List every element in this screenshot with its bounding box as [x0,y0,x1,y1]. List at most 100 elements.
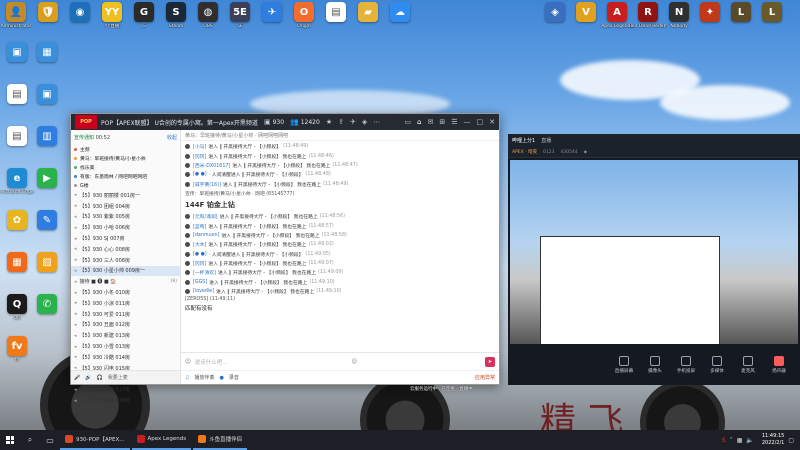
message-sender[interactable]: [小马] [193,143,206,150]
user-avatar[interactable] [185,289,190,295]
user-avatar[interactable] [185,279,190,285]
user-avatar[interactable] [185,181,190,187]
game-label[interactable]: APEX · 暗夜 [512,149,537,155]
stream-control-button[interactable]: 直播屏幕 [613,356,635,374]
play-accompaniment-button[interactable]: 播放伴奏 [194,374,214,381]
channel-item[interactable]: ◂ 【5】930 紫紫 005房 [71,212,180,223]
channel-item[interactable]: ◂ 【5】930 SJ 007房 [71,233,180,244]
message-sender[interactable]: [冈冈] [193,260,206,267]
channel-item[interactable]: ◂ 【5】930 新建 013房 [71,330,180,341]
taskbar-app[interactable]: Apex Legends [131,430,192,450]
desktop-icon-col-11[interactable]: ▨ [28,252,66,290]
desktop-icon-col-7[interactable]: ▶ [28,168,66,206]
send-button[interactable]: ➤ [485,356,495,367]
taskbar-app[interactable]: 斗鱼直播伴侣 [193,430,248,450]
message-sender[interactable]: [lovedie] [193,289,214,294]
desktop-icon-top-12[interactable]: ☁ [381,2,419,40]
user-avatar[interactable] [185,242,190,248]
user-avatar[interactable] [185,214,190,220]
channel-item[interactable]: ◂ 【5】930 三人 008房 [71,255,180,266]
channel-item[interactable]: ◂ 【5】930 超级 018房 [71,395,180,406]
channel-item[interactable]: ◂ 【5】930 小雪 013房 [71,341,180,352]
role-item[interactable]: 找乐美 [71,163,180,172]
role-item[interactable]: G楼 [71,181,180,190]
network-icon[interactable]: ▦ [737,437,743,444]
user-avatar[interactable] [185,261,190,267]
record-icon[interactable]: ● [220,375,224,381]
tab-stream-scene[interactable]: 哔哩上分1 [512,137,535,144]
desktop-icon-col-5[interactable]: ▥ [28,126,66,164]
desktop-icon-col-9[interactable]: ✎ [28,210,66,248]
channel-item[interactable]: ◂ 接待 ■ 🅡 ■ 🏠 (8) [71,276,180,287]
maximize-icon[interactable]: □ [477,118,484,126]
desktop-icon-col-3[interactable]: ▣ [28,84,66,122]
message-sender[interactable]: [威宇黄(16)] [193,181,221,188]
channel-item[interactable]: ◂ 【5】930 可爱 011房 [71,309,180,320]
channel-item[interactable]: ◂ 【5】930 小哈 006房 [71,222,180,233]
stream-control-button[interactable]: 麦克风 [737,356,759,374]
plane-icon[interactable]: ✈ [350,118,356,126]
collapse-button[interactable]: 收起 [167,134,177,141]
user-avatar[interactable] [185,153,190,159]
message-sender[interactable]: [元和/涌润] [193,213,218,220]
screen-icon[interactable]: ▭ [404,118,411,126]
role-item[interactable]: 黄马：早班接待/黄马/小星小帅 [71,154,180,163]
stream-control-button[interactable]: 手机投屏 [675,356,697,374]
record-button[interactable]: 录音 [229,374,239,381]
music-icon[interactable]: ♫ [185,375,189,381]
desktop-icon-col-13[interactable]: ✆ [28,294,66,332]
user-avatar[interactable] [185,251,190,257]
chat-input[interactable]: 说点什么吧... [195,358,228,366]
home-icon[interactable]: ⌂ [417,118,421,126]
message-sender[interactable]: [一杯清欢] [193,269,216,276]
channel-item[interactable]: ◂ 【5】930 星期 017房 [71,384,180,395]
taskbar-app[interactable]: 930-POP【APEX... [60,430,130,450]
message-sender[interactable]: [冈冈] [193,153,206,160]
channel-item[interactable]: ◂ 【5】930 心心 008房 [71,244,180,255]
channel-item[interactable]: ◂ 【5】930 丑面 012房 [71,320,180,331]
gamepad-icon[interactable]: ⊞ [439,118,445,126]
desktop-icon-right-7[interactable]: L [753,2,791,40]
volume-icon[interactable]: 🔊 [85,375,91,381]
search-icon[interactable]: ⌕ [20,430,40,450]
desktop-icon-col-14[interactable]: fv fv [0,336,36,374]
minimize-icon[interactable]: — [464,118,471,126]
user-avatar[interactable] [185,162,190,168]
star-icon[interactable]: ★ [326,118,332,126]
notification-icon[interactable]: ▢ [788,437,794,444]
message-sender[interactable]: [大木] [193,241,206,248]
gift-icon[interactable]: ◈ [362,118,367,126]
request-mic-button[interactable]: 我要上麦 [108,374,128,381]
user-avatar[interactable] [185,172,190,178]
channel-item[interactable]: ◂ 【5】930 丽丽楼 001房一 [71,190,180,201]
message-sender[interactable]: [danmuon] [193,233,219,238]
desktop-icon-col-1[interactable]: ▦ [28,42,66,80]
mail-icon[interactable]: ✉ [427,118,433,126]
share-icon[interactable]: ⇪ [338,118,344,126]
user-avatar[interactable] [185,270,190,276]
stream-control-button[interactable]: 摄像头 [644,356,666,374]
message-sender[interactable]: [● ●] [193,252,207,257]
stream-preview[interactable] [510,160,798,344]
more-icon[interactable]: ⋯ [373,118,380,126]
task-view-icon[interactable]: ▭ [40,430,60,450]
menu-icon[interactable]: ☰ [451,118,457,126]
user-avatar[interactable] [185,223,190,229]
user-avatar[interactable] [185,232,190,238]
chevron-up-icon[interactable]: ˄ [730,437,733,444]
clock[interactable]: 11:49:15 2022/2/1 [762,433,784,447]
role-item[interactable]: 有版：东墨雨林 / 网吧网吧网吧 [71,172,180,181]
message-sender[interactable]: [● ●] [193,172,207,177]
channel-item[interactable]: ◂ 【5】930 小涼 011房 [71,298,180,309]
close-icon[interactable]: ✕ [489,118,495,126]
emoji-icon[interactable]: ☺ [185,359,191,365]
channel-item[interactable]: ◂ 【5】930 小冬 010房 [71,287,180,298]
message-sender[interactable]: [西米-DX01617] [193,162,230,169]
window-titlebar[interactable]: POP POP【APEX联盟】 U合创的专属小窝。第一Apex开黑频道 ▣ 93… [71,114,499,130]
role-item[interactable]: 主频 [71,145,180,154]
start-button[interactable] [0,430,20,450]
channel-item[interactable]: ◂ 【5】930 小星小帅 009房一 [71,265,180,277]
channel-item[interactable]: ◂ 【5】930 团组 004房 [71,201,180,212]
stream-control-button[interactable]: 扬声器 [768,356,790,374]
headset-icon[interactable]: 🎧 [96,375,102,381]
